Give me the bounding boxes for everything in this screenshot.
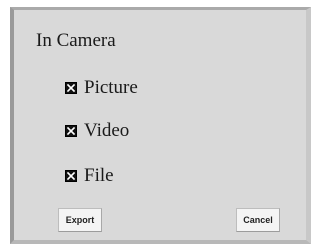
- cancel-button[interactable]: Cancel: [236, 208, 280, 232]
- checkmark-x-icon: [66, 83, 76, 93]
- option-video[interactable]: Video: [65, 119, 129, 143]
- option-file[interactable]: File: [65, 164, 114, 188]
- picture-checkbox[interactable]: [65, 82, 77, 94]
- option-label-file: File: [84, 165, 114, 186]
- export-button[interactable]: Export: [58, 208, 102, 232]
- file-checkbox[interactable]: [65, 170, 77, 182]
- video-checkbox[interactable]: [65, 125, 77, 137]
- dialog-title: In Camera: [36, 30, 116, 51]
- option-label-picture: Picture: [84, 77, 138, 98]
- option-picture[interactable]: Picture: [65, 76, 138, 100]
- in-camera-dialog: In Camera Picture Video File Export Canc…: [10, 7, 311, 244]
- option-label-video: Video: [84, 120, 130, 141]
- checkmark-x-icon: [66, 126, 76, 136]
- checkmark-x-icon: [66, 171, 76, 181]
